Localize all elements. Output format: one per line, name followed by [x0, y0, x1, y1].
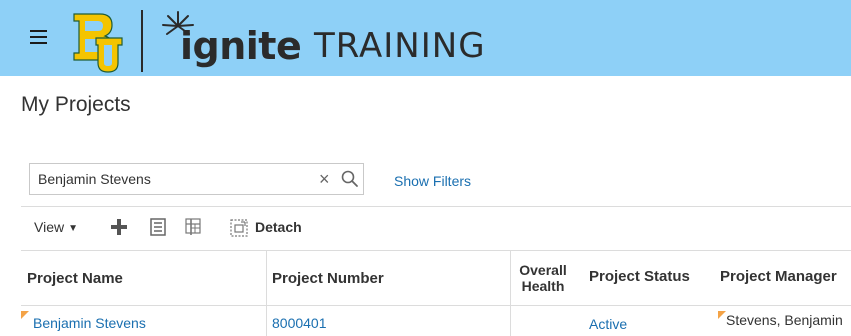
detach-icon[interactable] [230, 219, 248, 237]
list-icon[interactable] [149, 218, 167, 236]
project-number-link[interactable]: 8000401 [272, 314, 327, 332]
hamburger-menu-icon[interactable] [30, 30, 47, 45]
baylor-bu-logo[interactable] [70, 8, 126, 74]
divider [21, 206, 851, 207]
header-divider [141, 10, 143, 72]
column-header-health-line1: Overall [519, 262, 567, 278]
column-header-overall-health[interactable]: Overall Health [514, 262, 572, 294]
project-status-link[interactable]: Active [589, 315, 627, 333]
search-icon[interactable] [340, 169, 360, 189]
view-menu-label: View [34, 219, 65, 235]
changed-flag-icon [718, 311, 726, 319]
project-name-link[interactable]: Benjamin Stevens [33, 314, 146, 332]
add-icon[interactable] [110, 218, 128, 236]
column-header-project-name[interactable]: Project Name [27, 270, 123, 288]
ignite-brand: ignite [180, 24, 302, 68]
search-box: × [29, 163, 364, 195]
project-manager-cell: Stevens, Benjamin [726, 312, 843, 328]
column-separator [510, 251, 511, 336]
view-menu[interactable]: View ▼ [34, 218, 78, 238]
freeze-icon[interactable] [184, 218, 202, 236]
column-separator [266, 251, 267, 336]
divider [21, 250, 851, 251]
clear-search-icon[interactable]: × [319, 170, 333, 188]
divider [21, 305, 851, 306]
detach-button[interactable]: Detach [255, 218, 302, 236]
show-filters-link[interactable]: Show Filters [394, 173, 471, 189]
search-input[interactable] [38, 164, 308, 194]
column-header-project-status[interactable]: Project Status [589, 268, 690, 286]
training-label: TRAINING [314, 26, 486, 66]
app-header: ignite TRAINING [0, 0, 851, 76]
caret-down-icon: ▼ [68, 223, 78, 234]
column-header-health-line2: Health [521, 278, 565, 294]
column-header-project-manager[interactable]: Project Manager [720, 268, 837, 286]
page-title: My Projects [21, 93, 131, 116]
changed-flag-icon [21, 311, 29, 319]
column-header-project-number[interactable]: Project Number [272, 270, 384, 288]
